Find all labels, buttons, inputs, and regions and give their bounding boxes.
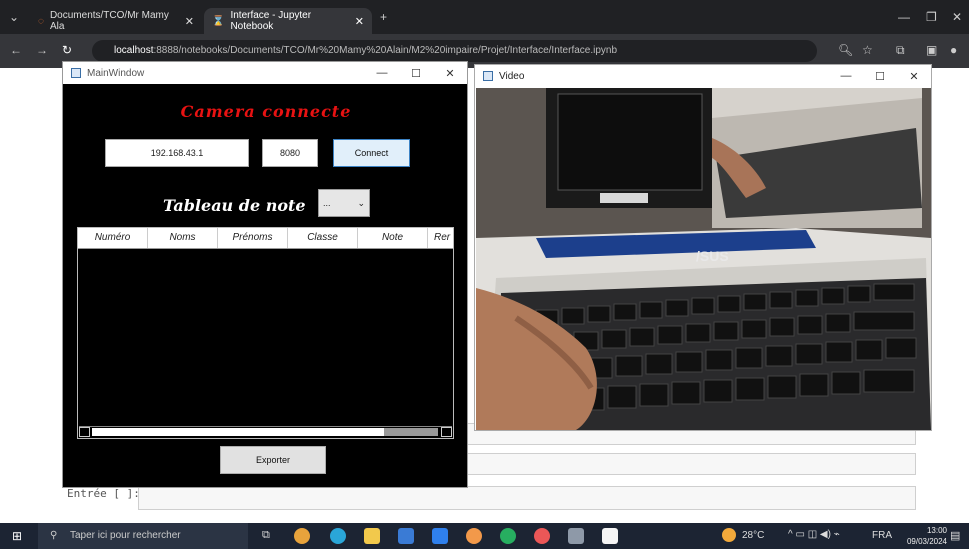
main-window-titlebar: MainWindow — ☐ ✕	[63, 62, 467, 84]
app-icon	[483, 71, 493, 81]
laptop-brand-logo: /SUS	[696, 248, 729, 264]
weather-icon[interactable]	[722, 528, 736, 542]
maximize-icon[interactable]: ☐	[399, 67, 433, 80]
taskbar-search-field[interactable]: ⚲ Taper ici pour rechercher	[38, 523, 248, 549]
browser-icon[interactable]	[534, 528, 550, 544]
search-placeholder: Taper ici pour rechercher	[70, 530, 181, 541]
tab-interface[interactable]: ⌛ Interface - Jupyter Notebook ✕	[204, 8, 372, 34]
bookmark-star-icon[interactable]: ☆	[862, 43, 873, 57]
column-header[interactable]: Numéro	[78, 228, 148, 248]
new-tab-icon[interactable]: +	[380, 10, 387, 24]
back-icon[interactable]: ←	[10, 43, 22, 57]
grades-table[interactable]: Numéro Noms Prénoms Classe Note Rer	[77, 227, 454, 439]
taskbar-clock[interactable]: 13:00 09/03/2024	[907, 525, 947, 547]
maximize-icon[interactable]: ☐	[863, 70, 897, 83]
whatsapp-icon[interactable]	[500, 528, 516, 544]
column-header[interactable]: Rer	[428, 228, 453, 248]
tray-icons[interactable]: ^ ▭ ◫ ◀) ⌁	[788, 529, 840, 540]
mail-icon[interactable]	[432, 528, 448, 544]
column-header[interactable]: Note	[358, 228, 428, 248]
video-feed: /SUS	[476, 88, 931, 430]
table-header: Numéro Noms Prénoms Classe Note Rer	[78, 228, 453, 249]
app-window-icon[interactable]	[568, 528, 584, 544]
browser-tab-bar: ⌄ ◌ Documents/TCO/Mr Mamy Ala ✕ ⌛ Interf…	[0, 0, 969, 34]
clock-date: 09/03/2024	[906, 537, 947, 546]
window-title: Video	[499, 70, 525, 82]
search-icon: ⚲	[50, 530, 58, 541]
document-icon[interactable]	[602, 528, 618, 544]
port-field[interactable]: 8080	[262, 139, 318, 167]
file-explorer-icon[interactable]	[364, 528, 380, 544]
scroll-thumb[interactable]	[384, 428, 438, 436]
tab-label: Interface - Jupyter Notebook	[230, 10, 312, 32]
video-window: Video — ☐ ✕ /SUS	[474, 64, 932, 431]
select-value: ...	[323, 198, 331, 208]
profile-icon[interactable]: ●	[950, 43, 957, 57]
close-icon[interactable]: ✕	[897, 70, 931, 83]
restore-icon[interactable]: ❐	[926, 10, 937, 24]
close-icon[interactable]: ✕	[433, 67, 467, 80]
minimize-icon[interactable]: —	[365, 67, 399, 80]
video-window-titlebar: Video — ☐ ✕	[475, 65, 931, 87]
weather-temp[interactable]: 28°C	[742, 530, 764, 541]
camera-frame-image: /SUS	[476, 88, 931, 430]
scroll-right-button[interactable]	[441, 427, 452, 437]
reload-icon[interactable]: ↻	[62, 43, 72, 57]
close-icon[interactable]: ✕	[185, 15, 194, 28]
chevron-down-icon: ⌄	[357, 198, 365, 208]
url-field[interactable]: localhost:8888/notebooks/Documents/TCO/M…	[92, 40, 817, 62]
notification-icon[interactable]: ▤	[950, 529, 960, 542]
ip-address-field[interactable]: 192.168.43.1	[105, 139, 249, 167]
task-view-icon[interactable]: ⧉	[262, 529, 270, 542]
sidepanel-icon[interactable]: ▣	[926, 43, 937, 57]
language-indicator[interactable]: FRA	[872, 530, 892, 541]
column-header[interactable]: Noms	[148, 228, 218, 248]
minimize-icon[interactable]: —	[829, 70, 863, 83]
camera-title: Camera connecte	[180, 102, 352, 121]
export-button[interactable]: Exporter	[220, 446, 326, 474]
notebook-code-cell[interactable]	[138, 486, 916, 510]
scroll-track[interactable]	[92, 428, 384, 436]
close-window-icon[interactable]: ✕	[952, 10, 962, 24]
class-select[interactable]: ... ⌄	[318, 189, 370, 217]
cell-prompt: Entrée [ ]:	[67, 487, 140, 500]
search-app-icon[interactable]	[466, 528, 482, 544]
tab-search-icon[interactable]: ⌄	[9, 10, 19, 24]
tab-label: Documents/TCO/Mr Mamy Ala	[49, 10, 169, 32]
hourglass-icon: ⌛	[212, 15, 225, 27]
column-header[interactable]: Classe	[288, 228, 358, 248]
table-title: Tableau de note	[163, 196, 306, 215]
jupyter-tab-icon: ◌	[38, 15, 44, 27]
clock-time: 13:00	[926, 526, 947, 535]
window-title: MainWindow	[87, 67, 145, 79]
extensions-icon[interactable]: ⧉	[896, 43, 905, 58]
zoom-icon[interactable]: 🔍︎	[838, 43, 853, 57]
minimize-icon[interactable]: —	[898, 10, 910, 24]
taskbar: ⊞ ⚲ Taper ici pour rechercher ⧉ 28°C ^ ▭…	[0, 523, 969, 549]
scroll-left-button[interactable]	[79, 427, 90, 437]
windows-start-icon[interactable]: ⊞	[12, 529, 22, 543]
url-host: localhost	[114, 45, 154, 56]
connect-button[interactable]: Connect	[333, 139, 410, 167]
chrome-icon[interactable]	[294, 528, 310, 544]
forward-icon[interactable]: →	[36, 43, 48, 57]
tab-documents[interactable]: ◌ Documents/TCO/Mr Mamy Ala ✕	[30, 8, 202, 34]
url-path: :8888/notebooks/Documents/TCO/Mr%20Mamy%…	[153, 45, 618, 56]
close-icon[interactable]: ✕	[355, 15, 364, 28]
column-header[interactable]: Prénoms	[218, 228, 288, 248]
main-window: MainWindow — ☐ ✕ Camera connecte 192.168…	[62, 61, 468, 488]
edge-icon[interactable]	[330, 528, 346, 544]
store-icon[interactable]	[398, 528, 414, 544]
app-icon	[71, 68, 81, 78]
horizontal-scrollbar[interactable]	[79, 426, 452, 437]
